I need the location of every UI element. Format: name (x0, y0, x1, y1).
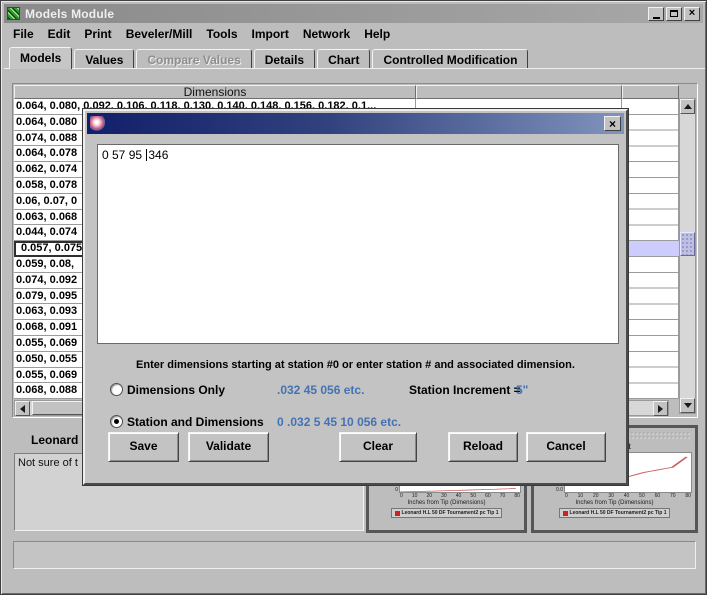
save-button[interactable]: Save (108, 432, 179, 462)
station-increment-value: 5" (516, 383, 528, 397)
tab-controlled-modification[interactable]: Controlled Modification (372, 49, 528, 69)
menu-bar: File Edit Print Beveler/Mill Tools Impor… (4, 23, 703, 45)
vertical-scroll-thumb[interactable] (680, 232, 695, 256)
scroll-down-button[interactable] (680, 398, 695, 413)
instruction-text: Enter dimensions starting at station #0 … (85, 359, 626, 371)
radio-label: Dimensions Only (127, 383, 225, 397)
dialog-close-button[interactable]: × (604, 116, 621, 131)
cancel-button[interactable]: Cancel (526, 432, 606, 462)
menu-item-file[interactable]: File (6, 24, 41, 44)
arrow-down-icon (684, 403, 692, 408)
dimensions-input[interactable]: 0 57 95 346 (97, 144, 619, 344)
menu-item-import[interactable]: Import (245, 24, 296, 44)
dialog-icon (90, 116, 105, 131)
maximize-button[interactable] (666, 7, 682, 21)
scroll-up-button[interactable] (680, 99, 695, 114)
x-axis-label: Inches from Tip (Dimensions) (369, 499, 524, 507)
menu-item-tools[interactable]: Tools (199, 24, 244, 44)
tab-compare-values: Compare Values (136, 49, 251, 69)
legend-marker-icon (563, 511, 568, 516)
radio-station-and-dimensions[interactable] (110, 415, 123, 428)
arrow-right-icon (658, 405, 663, 413)
tab-values[interactable]: Values (74, 49, 134, 69)
arrow-up-icon (684, 104, 692, 109)
menu-item-beveler-mill[interactable]: Beveler/Mill (119, 24, 200, 44)
option-row-dimensions-only: Dimensions Only .032 45 056 etc. Station… (85, 382, 626, 398)
tab-chart[interactable]: Chart (317, 49, 370, 69)
legend-label: Leonard H.L 50 DF Tournament2 pc Tip 1 (402, 510, 499, 516)
close-icon: × (689, 8, 695, 19)
column-header-3[interactable] (622, 85, 679, 99)
legend-marker-icon (395, 511, 400, 516)
scroll-left-button[interactable] (15, 401, 30, 416)
example-text: .032 45 056 etc. (277, 383, 364, 397)
scroll-right-button[interactable] (653, 401, 668, 416)
validate-button[interactable]: Validate (188, 432, 269, 462)
radio-dimensions-only[interactable] (110, 383, 123, 396)
close-icon: × (609, 118, 616, 130)
model-name-label: Leonard (31, 433, 78, 447)
app-window: Models Module × File Edit Print Beveler/… (0, 0, 707, 595)
menu-item-edit[interactable]: Edit (41, 24, 78, 44)
menu-item-print[interactable]: Print (77, 24, 118, 44)
status-bar (13, 541, 696, 569)
window-controls: × (648, 7, 700, 21)
dialog-titlebar[interactable]: × (87, 113, 624, 134)
chart-legend: Leonard H.L 50 DF Tournament2 pc Tip 1 (559, 508, 671, 518)
input-text: 0 57 95 (102, 148, 145, 162)
clear-button[interactable]: Clear (339, 432, 417, 462)
tab-models[interactable]: Models (9, 47, 72, 69)
station-increment-label: Station Increment = (409, 383, 521, 397)
option-row-station-and-dimensions: Station and Dimensions 0 .032 5 45 10 05… (85, 414, 626, 430)
close-button[interactable]: × (684, 7, 700, 21)
reload-button[interactable]: Reload (448, 432, 518, 462)
vertical-scrollbar[interactable] (679, 98, 696, 414)
radio-label: Station and Dimensions (127, 415, 264, 429)
column-header-2[interactable] (416, 85, 622, 99)
app-icon (7, 7, 20, 20)
window-title: Models Module (25, 7, 114, 21)
tab-bar: Models Values Compare Values Details Cha… (9, 47, 530, 69)
x-axis-label: Inches from Tip (Dimensions) (534, 499, 695, 507)
legend-label: Leonard H.L 50 DF Tournament2 pc Tip 1 (570, 510, 667, 516)
dimensions-entry-dialog: × 0 57 95 346 Enter dimensions starting … (83, 109, 628, 485)
column-header-dimensions[interactable]: Dimensions (14, 85, 416, 99)
menu-item-network[interactable]: Network (296, 24, 357, 44)
menu-item-help[interactable]: Help (357, 24, 397, 44)
arrow-left-icon (20, 405, 25, 413)
tab-details[interactable]: Details (254, 49, 315, 69)
chart-legend: Leonard H.L 50 DF Tournament2 pc Tip 1 (391, 508, 503, 518)
window-titlebar[interactable]: Models Module × (4, 4, 703, 23)
maximize-icon (670, 10, 678, 17)
minimize-button[interactable] (648, 7, 664, 21)
minimize-icon (653, 17, 660, 19)
radio-selected-dot (114, 419, 119, 424)
example-text: 0 .032 5 45 10 056 etc. (277, 415, 401, 429)
input-text: 346 (148, 148, 168, 162)
